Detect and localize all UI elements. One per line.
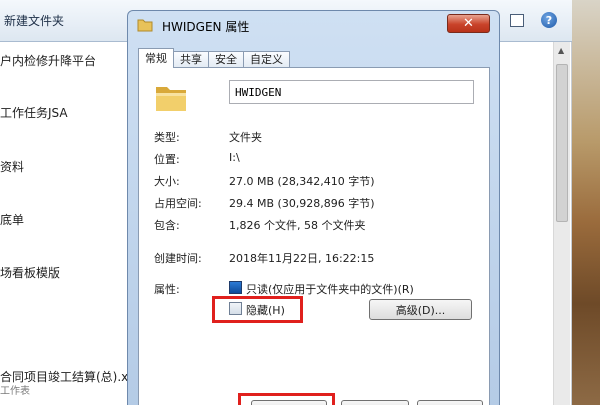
size-value: 27.0 MB (28,342,410 字节) [229, 175, 375, 188]
desktop-background [572, 0, 600, 405]
new-folder-button[interactable]: 新建文件夹 [4, 12, 64, 29]
folder-large-icon [154, 83, 188, 116]
tab-bar: 常规 共享 安全 自定义 [138, 48, 290, 68]
advanced-button[interactable]: 高级(D)... [369, 299, 472, 320]
folder-icon [137, 18, 153, 35]
close-button[interactable]: ✕ [447, 14, 490, 33]
preview-pane-icon[interactable] [508, 11, 526, 29]
created-label: 创建时间: [154, 252, 202, 265]
contains-label: 包含: [154, 219, 180, 232]
apply-button[interactable] [417, 400, 483, 405]
red-highlight-box [238, 393, 335, 405]
list-item[interactable]: 场看板模版 [0, 264, 130, 281]
general-panel: 类型: 文件夹 位置: I:\ 大小: 27.0 MB (28,342,410 … [138, 67, 490, 405]
readonly-checkbox[interactable] [229, 281, 242, 294]
disk-size-label: 占用空间: [154, 197, 202, 210]
scroll-thumb[interactable] [556, 64, 568, 222]
close-icon: ✕ [463, 16, 474, 31]
folder-name-input[interactable] [229, 80, 474, 104]
tab-customize[interactable]: 自定义 [243, 51, 290, 68]
divider [154, 116, 471, 117]
divider [154, 238, 471, 239]
vertical-scrollbar[interactable]: ▲ [553, 42, 570, 405]
help-icon[interactable]: ? [540, 11, 558, 29]
disk-size-value: 29.4 MB (30,928,896 字节) [229, 197, 375, 210]
location-label: 位置: [154, 153, 180, 166]
type-label: 类型: [154, 131, 180, 144]
file-type-label: 工作表 [0, 386, 30, 397]
list-item[interactable]: 工作任务JSA [0, 104, 130, 121]
cancel-button[interactable] [341, 400, 409, 405]
toolbar-icons: ? [508, 11, 558, 29]
tab-security[interactable]: 安全 [208, 51, 244, 68]
contains-value: 1,826 个文件, 58 个文件夹 [229, 219, 366, 232]
readonly-label[interactable]: 只读(仅应用于文件夹中的文件)(R) [246, 281, 414, 297]
size-label: 大小: [154, 175, 180, 188]
type-value: 文件夹 [229, 131, 262, 144]
location-value: I:\ [229, 151, 240, 164]
properties-dialog: HWIDGEN 属性 ✕ 常规 共享 安全 自定义 类型: 文件夹 位置: I:… [127, 10, 500, 405]
attributes-label: 属性: [154, 283, 180, 296]
tab-general[interactable]: 常规 [138, 48, 174, 68]
dialog-title: HWIDGEN 属性 [162, 20, 250, 34]
divider [154, 271, 471, 272]
scroll-up-icon[interactable]: ▲ [558, 46, 564, 55]
tab-sharing[interactable]: 共享 [173, 51, 209, 68]
title-bar[interactable]: HWIDGEN 属性 ✕ [128, 11, 499, 39]
red-highlight-box [212, 296, 303, 323]
created-value: 2018年11月22日, 16:22:15 [229, 252, 375, 265]
list-item[interactable]: 户内检修升降平台 [0, 52, 130, 69]
list-item[interactable]: 底单 [0, 211, 130, 228]
list-item[interactable]: 资料 [0, 158, 130, 175]
